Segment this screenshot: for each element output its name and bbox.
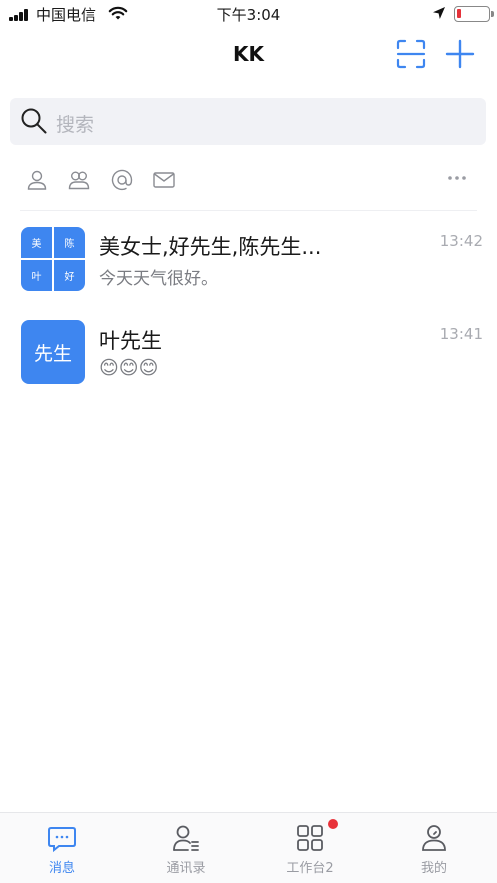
battery-icon (454, 6, 494, 22)
tab-label: 工作台2 (286, 861, 334, 876)
conversation-item[interactable]: 先生 叶先生 😊😊😊 13:41 (0, 309, 497, 399)
tab-bar: 消息 通讯录 工作台2 我的 (0, 812, 497, 883)
tab-contacts[interactable]: 通讯录 (124, 813, 248, 883)
avatar-char: 陈 (64, 239, 75, 250)
group-icon[interactable] (67, 168, 91, 192)
status-bar: 中国电信 下午3:04 (0, 0, 497, 28)
conversation-item[interactable]: 美 陈 叶 好 美女士,好先生,陈先生... 今天天气很好。 13:42 (0, 216, 497, 306)
filter-bar (0, 160, 497, 200)
divider (20, 210, 477, 211)
avatar-char: 好 (64, 272, 75, 283)
status-time: 下午3:04 (216, 6, 281, 24)
avatar-char: 美 (31, 239, 42, 250)
avatar-text: 先生 (33, 342, 72, 365)
person-icon[interactable] (25, 168, 49, 192)
notification-badge (328, 819, 338, 829)
tab-messages[interactable]: 消息 (0, 813, 124, 883)
conversation-name: 美女士,好先生,陈先生... (99, 235, 322, 259)
tab-profile[interactable]: 我的 (372, 813, 496, 883)
tab-label: 我的 (420, 861, 447, 876)
search-input[interactable]: 搜索 (10, 98, 486, 145)
conversation-time: 13:42 (439, 232, 483, 250)
tab-workbench[interactable]: 工作台2 (248, 813, 372, 883)
conversation-name: 叶先生 (99, 329, 162, 353)
conversation-time: 13:41 (439, 325, 483, 343)
at-icon[interactable] (110, 168, 134, 192)
avatar-char: 叶 (31, 272, 42, 283)
avatar: 先生 (21, 320, 85, 384)
tab-label: 消息 (48, 861, 75, 876)
mail-icon[interactable] (152, 168, 176, 192)
search-placeholder: 搜索 (56, 114, 95, 136)
contacts-icon (173, 825, 199, 851)
message-icon (48, 827, 76, 853)
more-icon[interactable] (446, 174, 468, 182)
search-icon (21, 108, 47, 134)
conversation-preview: 😊😊😊 (99, 357, 159, 379)
group-avatar: 美 陈 叶 好 (21, 227, 85, 291)
location-arrow-icon (433, 7, 445, 19)
profile-icon (422, 825, 446, 851)
conversation-preview: 今天天气很好。 (99, 269, 218, 289)
scan-icon[interactable] (396, 39, 426, 69)
plus-icon[interactable] (444, 38, 476, 70)
nav-bar: KK (0, 28, 497, 86)
tab-label: 通讯录 (166, 861, 206, 876)
workbench-icon (297, 825, 323, 851)
